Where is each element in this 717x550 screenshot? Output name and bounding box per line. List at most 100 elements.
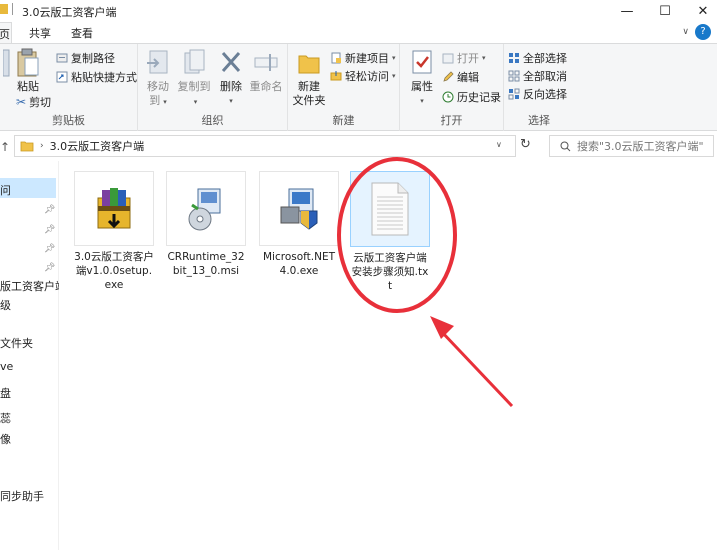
ribbon: 粘贴 复制路径 粘贴快捷方式 ✂ 剪切 剪贴板 移动到 ▾ 复制到▾ 删除 ▾ … (0, 43, 717, 131)
file-name: CRRuntime_32bit_13_0.msi (167, 251, 245, 277)
delete-x-icon (221, 52, 241, 72)
title-bar: 3.0云版工资客户端 — ☐ ✕ (0, 0, 717, 22)
invert-selection-button[interactable]: 反向选择 (508, 86, 567, 102)
close-button[interactable]: ✕ (685, 0, 717, 22)
nav-item-onedrive[interactable]: ve (0, 360, 13, 373)
help-icon[interactable]: ? (695, 24, 711, 40)
new-folder-button[interactable]: 新建 文件夹 (292, 48, 326, 108)
copy-path-button[interactable]: 复制路径 (56, 50, 115, 66)
breadcrumb-chevron-icon[interactable]: › (40, 141, 44, 151)
clipboard-icon (17, 48, 39, 77)
delete-button[interactable]: 删除 ▾ (218, 48, 244, 108)
copy-path-icon (56, 53, 68, 63)
nav-item-rui[interactable]: 蕊 (0, 410, 11, 426)
pin-icon[interactable]: 📌︎ (44, 205, 55, 215)
copy-to-icon (184, 49, 205, 74)
pin-icon[interactable]: 📌︎ (44, 244, 55, 254)
paste-shortcut-label: 粘贴快捷方式 (71, 71, 137, 84)
text-file-icon (371, 182, 409, 236)
breadcrumb-current[interactable]: 3.0云版工资客户端 (50, 138, 145, 154)
nav-item-sync-helper[interactable]: 同步助手 (0, 488, 44, 504)
edit-button[interactable]: 编辑 (442, 69, 479, 85)
copy-to-label: 复制到 (177, 80, 211, 93)
easy-access-button[interactable]: 轻松访问 ▾ (330, 68, 396, 84)
pin-quick-access-button[interactable] (2, 48, 12, 80)
file-item[interactable]: 3.0云版工资客户端v1.0.0setup.exe (74, 171, 154, 292)
properties-label: 属性 (411, 80, 433, 93)
paste-label: 粘贴 (17, 80, 39, 93)
paste-shortcut-button[interactable]: 粘贴快捷方式 (56, 69, 137, 85)
setup-exe-icon (280, 188, 318, 230)
copy-to-button[interactable]: 复制到▾ (176, 48, 212, 109)
move-to-icon (147, 50, 168, 74)
easy-access-label: 轻松访问 (345, 70, 389, 83)
file-item[interactable]: CRRuntime_32bit_13_0.msi (166, 171, 246, 278)
up-arrow-icon[interactable]: ↑ (0, 140, 10, 154)
tab-home[interactable]: 页 (0, 22, 12, 44)
edit-pencil-icon (443, 71, 454, 82)
history-button[interactable]: 历史记录 (442, 89, 501, 105)
organize-group-label: 组织 (201, 114, 224, 127)
file-list: 3.0云版工资客户端v1.0.0setup.exe CRRuntime_32bi… (59, 161, 717, 550)
address-dropdown-icon[interactable]: ∨ (496, 140, 502, 149)
delete-label: 删除 (220, 80, 242, 93)
nav-item-client-folder[interactable]: 版工资客户端 (0, 278, 66, 294)
cut-label: 剪切 (29, 96, 52, 109)
cut-button[interactable]: ✂ 剪切 (16, 94, 51, 110)
new-item-icon (331, 52, 341, 64)
nav-item-level[interactable]: 级 (0, 297, 11, 313)
file-item[interactable]: Microsoft.NET4.0.exe (259, 171, 339, 278)
new-folder-icon (298, 55, 320, 74)
refresh-icon[interactable]: ↻ (520, 137, 531, 152)
pin-icon[interactable]: 📌︎ (44, 263, 55, 273)
paste-button[interactable]: 粘贴 (14, 48, 42, 94)
copy-path-label: 复制路径 (71, 52, 115, 65)
select-all-button[interactable]: 全部选择 (508, 50, 567, 66)
winrar-installer-icon (97, 187, 131, 228)
title-separator (12, 3, 13, 15)
edit-label: 编辑 (457, 71, 479, 84)
nav-item-quick-access[interactable]: 问 (0, 178, 56, 198)
new-item-button[interactable]: 新建项目 ▾ (330, 50, 396, 66)
address-bar[interactable]: › 3.0云版工资客户端 (14, 135, 516, 157)
new-group-label: 新建 (332, 114, 355, 127)
file-item-selected[interactable]: 云版工资客户端安装步骤须知.txt (350, 171, 430, 293)
file-name: 云版工资客户端安装步骤须知.txt (351, 252, 429, 292)
navigation-pane: 问 📌︎ 📌︎ 📌︎ 📌︎ 版工资客户端 级 文件夹 ve 盘 蕊 像 同步助手 (0, 161, 66, 550)
move-to-button[interactable]: 移动到 ▾ (142, 48, 174, 109)
properties-button[interactable]: 属性 ▾ (408, 48, 436, 108)
search-placeholder: 搜索"3.0云版工资客户端" (577, 140, 704, 153)
group-clipboard: 粘贴 复制路径 粘贴快捷方式 ✂ 剪切 剪贴板 (0, 44, 138, 131)
file-thumbnail (350, 171, 430, 247)
chevron-down-icon[interactable]: ∨ (682, 27, 689, 37)
ribbon-tabs: 页 共享 查看 ∨ ? (0, 22, 717, 44)
nav-item-folder[interactable]: 文件夹 (0, 335, 33, 351)
nav-item-images[interactable]: 像 (0, 431, 11, 447)
new-folder-label-2: 文件夹 (292, 94, 326, 107)
folder-icon (0, 4, 8, 14)
new-folder-label-1: 新建 (298, 80, 320, 93)
nav-item-disk[interactable]: 盘 (0, 385, 11, 401)
window-title: 3.0云版工资客户端 (22, 6, 117, 19)
select-none-icon (508, 70, 520, 82)
open-label: 打开 (457, 52, 479, 65)
select-all-label: 全部选择 (523, 52, 567, 65)
file-explorer-window: 3.0云版工资客户端 — ☐ ✕ 页 共享 查看 ∨ ? 粘贴 复制路径 粘贴快… (0, 0, 717, 550)
easy-access-icon (330, 71, 342, 81)
minimize-button[interactable]: — (609, 0, 645, 22)
folder-icon (20, 141, 34, 152)
address-row: ↑ › 3.0云版工资客户端 ∨ ↻ 搜索"3.0云版工资客户端" (0, 131, 717, 161)
maximize-button[interactable]: ☐ (647, 0, 683, 22)
select-none-button[interactable]: 全部取消 (508, 68, 567, 84)
tab-share[interactable]: 共享 (29, 25, 51, 41)
tab-view[interactable]: 查看 (71, 25, 93, 41)
history-label: 历史记录 (457, 91, 501, 104)
history-clock-icon (442, 91, 454, 103)
pin-icon[interactable]: 📌︎ (44, 225, 55, 235)
search-box[interactable]: 搜索"3.0云版工资客户端" (549, 135, 714, 157)
rename-button[interactable]: 重命名 (248, 48, 284, 94)
open-button[interactable]: 打开 ▾ (442, 50, 486, 66)
pin-icon (3, 49, 10, 77)
open-group-label: 打开 (440, 114, 463, 127)
file-thumbnail (74, 171, 154, 246)
